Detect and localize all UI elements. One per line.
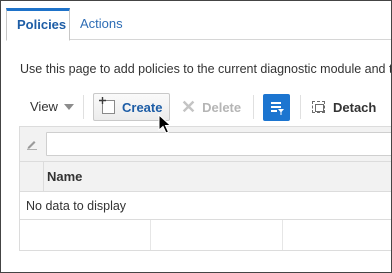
policies-panel: Policies Actions Use this page to add po… bbox=[0, 0, 392, 273]
tab-policies[interactable]: Policies bbox=[6, 8, 70, 41]
create-new-icon bbox=[102, 100, 115, 114]
tab-bar: Policies Actions bbox=[6, 6, 391, 41]
column-header-name[interactable]: Name bbox=[47, 169, 82, 184]
delete-x-icon: ✕ bbox=[181, 97, 197, 117]
column-divider bbox=[150, 220, 151, 250]
row-header-cell bbox=[20, 162, 44, 191]
page-description: Use this page to add policies to the cur… bbox=[20, 62, 392, 76]
detach-icon bbox=[312, 101, 325, 113]
toolbar-divider bbox=[83, 95, 84, 119]
policies-table: Name No data to display bbox=[19, 126, 391, 251]
tab-actions[interactable]: Actions bbox=[70, 8, 133, 40]
delete-button-label: Delete bbox=[202, 99, 242, 115]
detach-button[interactable]: Detach bbox=[312, 93, 391, 121]
detach-button-label: Detach bbox=[333, 99, 377, 115]
mouse-pointer-icon bbox=[158, 114, 172, 134]
column-divider bbox=[282, 220, 283, 250]
name-filter-input[interactable] bbox=[46, 132, 391, 156]
table-row: No data to display bbox=[20, 192, 391, 220]
toolbar-divider bbox=[300, 95, 301, 119]
filter-row bbox=[20, 126, 391, 162]
query-by-example-button[interactable] bbox=[263, 94, 290, 121]
view-menu-label: View bbox=[30, 99, 58, 114]
empty-table-message: No data to display bbox=[26, 199, 127, 213]
pencil-icon bbox=[20, 127, 44, 161]
view-menu[interactable]: View bbox=[30, 99, 74, 114]
filter-icon bbox=[270, 101, 284, 115]
create-button-label: Create bbox=[122, 99, 163, 115]
delete-button[interactable]: ✕ Delete bbox=[181, 93, 247, 121]
toolbar-divider bbox=[253, 95, 254, 119]
table-header-row: Name bbox=[20, 162, 391, 192]
toolbar: View Create ✕ Delete Detach bbox=[1, 91, 391, 123]
table-footer-row bbox=[20, 220, 391, 251]
chevron-down-icon bbox=[63, 103, 74, 110]
